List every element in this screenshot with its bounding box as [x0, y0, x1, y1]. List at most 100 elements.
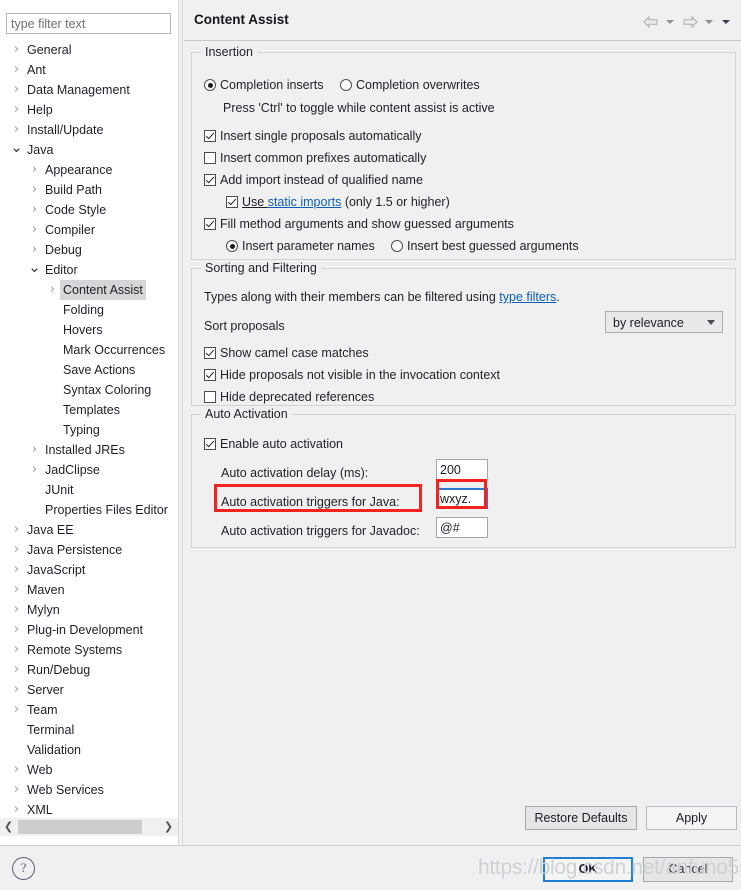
- auto-activation-delay-input[interactable]: [436, 459, 488, 480]
- tree-item-xml[interactable]: › XML: [0, 800, 178, 818]
- restore-defaults-button[interactable]: Restore Defaults: [525, 806, 637, 830]
- tree-item-installed-jres[interactable]: › Installed JREs: [0, 440, 178, 460]
- tree-item-data-management[interactable]: › Data Management: [0, 80, 178, 100]
- tree-item-compiler[interactable]: › Compiler: [0, 220, 178, 240]
- scroll-left-icon[interactable]: ❮: [0, 818, 17, 836]
- tree-item-remote-systems[interactable]: › Remote Systems: [0, 640, 178, 660]
- chevron-right-icon[interactable]: ›: [10, 120, 23, 140]
- chevron-right-icon[interactable]: ›: [46, 280, 59, 300]
- chevron-right-icon[interactable]: ›: [28, 220, 41, 240]
- tree-item-maven[interactable]: › Maven: [0, 580, 178, 600]
- enable-auto-activation-checkbox[interactable]: Enable auto activation: [204, 436, 343, 452]
- tree-item-javascript[interactable]: › JavaScript: [0, 560, 178, 580]
- tree-item-run-debug[interactable]: › Run/Debug: [0, 660, 178, 680]
- auto-activation-java-triggers-input[interactable]: [436, 488, 488, 509]
- tree-item-web-services[interactable]: › Web Services: [0, 780, 178, 800]
- tree-item-junit[interactable]: JUnit: [0, 480, 178, 500]
- hide-not-visible-checkbox[interactable]: Hide proposals not visible in the invoca…: [204, 367, 500, 383]
- chevron-right-icon[interactable]: ›: [28, 440, 41, 460]
- tree-item-appearance[interactable]: › Appearance: [0, 160, 178, 180]
- filter-input[interactable]: [6, 13, 171, 34]
- back-dropdown-chevron-icon[interactable]: [664, 14, 677, 30]
- chevron-right-icon[interactable]: ›: [10, 800, 23, 818]
- chevron-right-icon[interactable]: ›: [28, 160, 41, 180]
- tree-item-web[interactable]: › Web: [0, 760, 178, 780]
- tree-item-java-persistence[interactable]: › Java Persistence: [0, 540, 178, 560]
- completion-overwrites-radio[interactable]: Completion overwrites: [340, 77, 480, 93]
- chevron-right-icon[interactable]: ›: [10, 680, 23, 700]
- tree-horizontal-scrollbar[interactable]: ❮ ❯: [0, 818, 178, 836]
- chevron-down-icon[interactable]: ⌄: [10, 140, 23, 155]
- completion-inserts-radio[interactable]: Completion inserts: [204, 77, 324, 93]
- chevron-right-icon[interactable]: ›: [10, 580, 23, 600]
- tree-item-syntax-coloring[interactable]: Syntax Coloring: [0, 380, 178, 400]
- tree-item-help[interactable]: › Help: [0, 100, 178, 120]
- apply-button[interactable]: Apply: [646, 806, 737, 830]
- chevron-right-icon[interactable]: ›: [28, 460, 41, 480]
- chevron-right-icon[interactable]: ›: [28, 240, 41, 260]
- tree-item-code-style[interactable]: › Code Style: [0, 200, 178, 220]
- chevron-right-icon[interactable]: ›: [10, 640, 23, 660]
- tree-item-mylyn[interactable]: › Mylyn: [0, 600, 178, 620]
- static-imports-link[interactable]: static imports: [268, 195, 342, 209]
- chevron-right-icon[interactable]: ›: [10, 60, 23, 80]
- insert-parameter-names-radio[interactable]: Insert parameter names: [226, 238, 375, 254]
- tree-item-plug-in-development[interactable]: › Plug-in Development: [0, 620, 178, 640]
- tree-item-hovers[interactable]: Hovers: [0, 320, 178, 340]
- ok-button[interactable]: OK: [543, 857, 633, 882]
- forward-arrow-icon[interactable]: [681, 14, 699, 30]
- chevron-right-icon[interactable]: ›: [10, 80, 23, 100]
- preferences-tree[interactable]: › General › Ant › Data Management › Help › Instal…: [0, 40, 178, 818]
- tree-item-folding[interactable]: Folding: [0, 300, 178, 320]
- chevron-right-icon[interactable]: ›: [10, 520, 23, 540]
- chevron-right-icon[interactable]: ›: [10, 560, 23, 580]
- tree-item-jadclipse[interactable]: › JadClipse: [0, 460, 178, 480]
- chevron-right-icon[interactable]: ›: [10, 600, 23, 620]
- tree-item-mark-occurrences[interactable]: Mark Occurrences: [0, 340, 178, 360]
- help-icon[interactable]: ?: [12, 857, 35, 880]
- view-menu-chevron-icon[interactable]: [720, 14, 733, 30]
- chevron-right-icon[interactable]: ›: [10, 620, 23, 640]
- tree-item-properties-files-editor[interactable]: Properties Files Editor: [0, 500, 178, 520]
- add-import-checkbox[interactable]: Add import instead of qualified name: [204, 172, 423, 188]
- back-arrow-icon[interactable]: [642, 14, 660, 30]
- tree-item-ant[interactable]: › Ant: [0, 60, 178, 80]
- tree-item-install-update[interactable]: › Install/Update: [0, 120, 178, 140]
- scroll-right-icon[interactable]: ❯: [160, 818, 177, 836]
- chevron-right-icon[interactable]: ›: [28, 200, 41, 220]
- type-filters-link[interactable]: type filters: [499, 290, 556, 304]
- tree-item-general[interactable]: › General: [0, 40, 178, 60]
- tree-item-typing[interactable]: Typing: [0, 420, 178, 440]
- tree-item-server[interactable]: › Server: [0, 680, 178, 700]
- cancel-button[interactable]: Cancel: [643, 857, 733, 882]
- tree-item-validation[interactable]: Validation: [0, 740, 178, 760]
- scrollbar-thumb[interactable]: [18, 820, 142, 834]
- forward-dropdown-chevron-icon[interactable]: [703, 14, 716, 30]
- chevron-right-icon[interactable]: ›: [10, 100, 23, 120]
- chevron-down-icon[interactable]: ⌄: [28, 260, 41, 275]
- show-camel-case-checkbox[interactable]: Show camel case matches: [204, 345, 369, 361]
- use-static-imports-checkbox[interactable]: Use static imports (only 1.5 or higher): [226, 194, 450, 210]
- chevron-right-icon[interactable]: ›: [28, 180, 41, 200]
- chevron-right-icon[interactable]: ›: [10, 660, 23, 680]
- auto-activation-javadoc-triggers-input[interactable]: [436, 517, 488, 538]
- tree-item-save-actions[interactable]: Save Actions: [0, 360, 178, 380]
- insert-best-guessed-radio[interactable]: Insert best guessed arguments: [391, 238, 579, 254]
- tree-item-content-assist[interactable]: › Content Assist: [0, 280, 178, 300]
- fill-method-arguments-checkbox[interactable]: Fill method arguments and show guessed a…: [204, 216, 514, 232]
- tree-item-debug[interactable]: › Debug: [0, 240, 178, 260]
- chevron-right-icon[interactable]: ›: [10, 40, 23, 60]
- tree-item-team[interactable]: › Team: [0, 700, 178, 720]
- tree-item-java[interactable]: ⌄ Java: [0, 140, 178, 160]
- sort-proposals-combo[interactable]: by relevance: [605, 311, 723, 333]
- hide-deprecated-checkbox[interactable]: Hide deprecated references: [204, 389, 374, 405]
- insert-single-proposals-checkbox[interactable]: Insert single proposals automatically: [204, 128, 422, 144]
- chevron-right-icon[interactable]: ›: [10, 540, 23, 560]
- tree-item-editor[interactable]: ⌄ Editor: [0, 260, 178, 280]
- tree-item-templates[interactable]: Templates: [0, 400, 178, 420]
- chevron-right-icon[interactable]: ›: [10, 700, 23, 720]
- insert-common-prefixes-checkbox[interactable]: Insert common prefixes automatically: [204, 150, 426, 166]
- chevron-right-icon[interactable]: ›: [10, 760, 23, 780]
- tree-item-build-path[interactable]: › Build Path: [0, 180, 178, 200]
- tree-item-terminal[interactable]: Terminal: [0, 720, 178, 740]
